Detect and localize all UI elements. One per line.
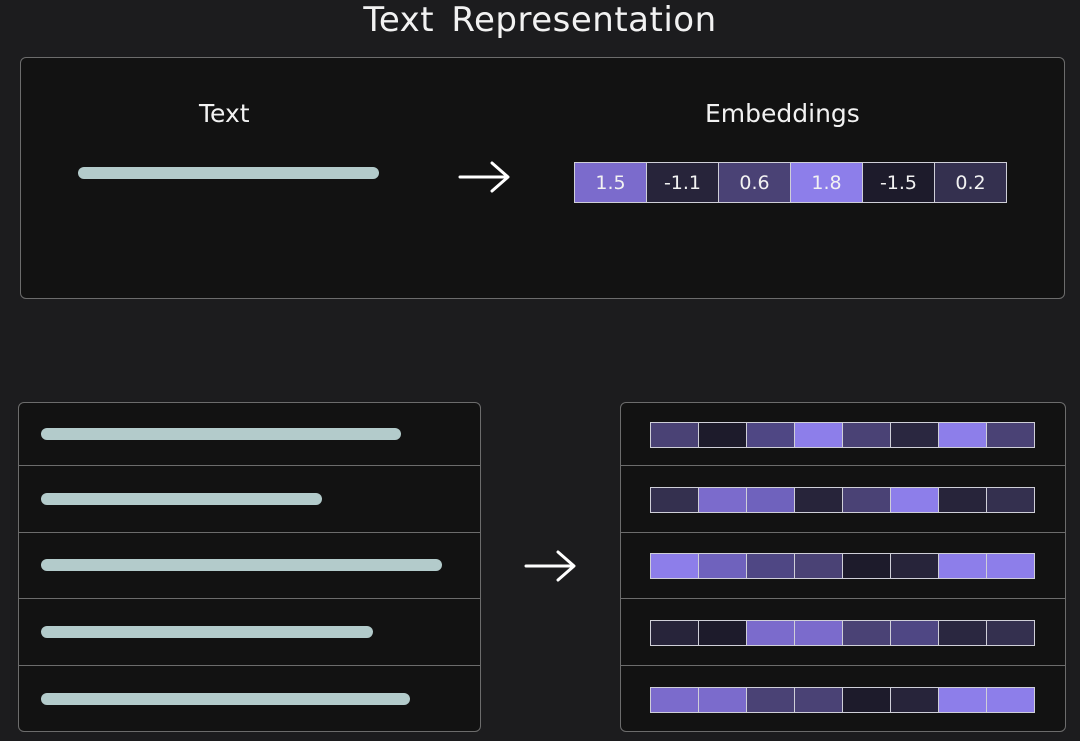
embedding-vector	[650, 687, 1035, 713]
embedding-cell: 1.8	[791, 163, 862, 202]
embedding-cell	[699, 688, 746, 712]
embedding-cell	[699, 423, 746, 447]
embedding-cell	[651, 621, 698, 645]
embedding-vector	[650, 422, 1035, 448]
document-row	[19, 533, 480, 599]
embedding-cell	[891, 621, 938, 645]
embedding-cell	[747, 688, 794, 712]
embedding-row	[621, 533, 1065, 599]
document-row	[19, 403, 480, 466]
embedding-cell	[939, 554, 986, 578]
embedding-cell	[987, 688, 1034, 712]
embedding-cell	[795, 688, 842, 712]
text-line	[41, 493, 322, 505]
right-arrow-icon	[524, 550, 576, 582]
embedding-cell	[939, 688, 986, 712]
embedding-row	[621, 666, 1065, 731]
embedding-cell	[939, 621, 986, 645]
embedding-vector	[650, 553, 1035, 579]
text-line	[41, 693, 410, 705]
embedding-cell	[651, 688, 698, 712]
embedding-cell	[699, 488, 746, 512]
embedding-cell	[987, 423, 1034, 447]
embedding-cell: -1.5	[863, 163, 934, 202]
embedding-cell: 0.2	[935, 163, 1006, 202]
embedding-cell	[795, 621, 842, 645]
embedding-cell	[987, 554, 1034, 578]
embedding-cell	[843, 488, 890, 512]
embedding-cell	[891, 488, 938, 512]
embeddings-heading: Embeddings	[705, 99, 860, 128]
embedding-cell	[843, 688, 890, 712]
embedding-cell	[699, 554, 746, 578]
embedding-cell	[747, 423, 794, 447]
embeddings-panel	[620, 402, 1066, 732]
document-row	[19, 666, 480, 731]
text-heading: Text	[199, 99, 250, 128]
embedding-cell	[843, 621, 890, 645]
embedding-cell	[939, 423, 986, 447]
embedding-cell	[651, 554, 698, 578]
embedding-cell	[699, 621, 746, 645]
embedding-cell	[795, 488, 842, 512]
embedding-cell	[891, 554, 938, 578]
document-row	[19, 599, 480, 666]
right-arrow-icon	[458, 161, 510, 193]
documents-panel	[18, 402, 481, 732]
text-line	[41, 428, 401, 440]
embedding-vector	[650, 487, 1035, 513]
embedding-cell	[891, 423, 938, 447]
embedding-vector	[650, 620, 1035, 646]
embedding-cell	[891, 688, 938, 712]
embedding-cell: 0.6	[719, 163, 790, 202]
embedding-cell	[747, 554, 794, 578]
embedding-row	[621, 599, 1065, 666]
document-row	[19, 466, 480, 533]
embedding-cell: 1.5	[575, 163, 646, 202]
embedding-cell	[747, 488, 794, 512]
single-text-panel: Text Embeddings 1.5 -1.1 0.6 1.8 -1.5 0.2	[20, 57, 1065, 299]
embedding-cell	[843, 423, 890, 447]
embedding-cell	[651, 488, 698, 512]
embedding-cell	[987, 488, 1034, 512]
embedding-cell	[939, 488, 986, 512]
text-line	[78, 167, 379, 179]
embedding-vector: 1.5 -1.1 0.6 1.8 -1.5 0.2	[574, 162, 1007, 203]
embedding-cell	[651, 423, 698, 447]
embedding-cell	[795, 423, 842, 447]
embedding-cell	[843, 554, 890, 578]
embedding-cell: -1.1	[647, 163, 718, 202]
text-line	[41, 626, 373, 638]
embedding-row	[621, 466, 1065, 533]
embedding-cell	[747, 621, 794, 645]
embedding-cell	[987, 621, 1034, 645]
diagram-title: Text Representation	[363, 0, 717, 40]
embedding-row	[621, 403, 1065, 466]
embedding-cell	[795, 554, 842, 578]
text-line	[41, 559, 442, 571]
